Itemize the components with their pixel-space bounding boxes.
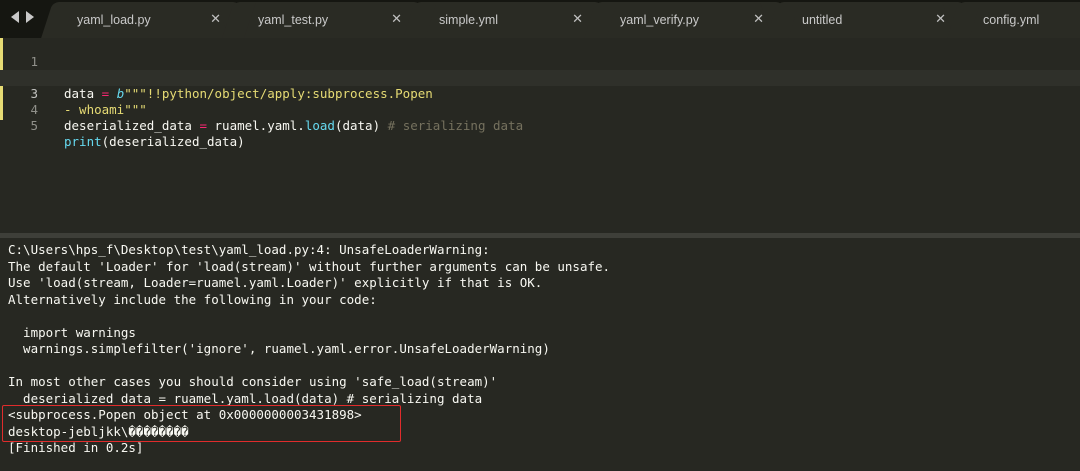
code-token: = bbox=[199, 118, 207, 133]
tab-label: config.yml bbox=[983, 13, 1040, 27]
highlight-box bbox=[2, 405, 401, 442]
output-line-finished: [Finished in 0.2s] bbox=[8, 440, 144, 455]
tab-label: yaml_load.py bbox=[77, 13, 151, 27]
close-icon[interactable]: ✕ bbox=[391, 11, 402, 27]
close-icon[interactable]: ✕ bbox=[572, 11, 583, 27]
code-token: ruamel.yaml. bbox=[207, 118, 305, 133]
output-line: In most other cases you should consider … bbox=[8, 374, 498, 389]
code-token: print bbox=[64, 134, 102, 149]
output-line: import warnings bbox=[8, 325, 136, 340]
tab-bar: yaml_load.py ✕ yaml_test.py ✕ simple.yml… bbox=[0, 0, 1080, 38]
output-line: The default 'Loader' for 'load(stream)' … bbox=[8, 259, 611, 274]
tab-yaml-verify[interactable]: yaml_verify.py ✕ bbox=[600, 2, 778, 38]
tab-label: simple.yml bbox=[439, 13, 499, 27]
tab-untitled[interactable]: untitled ✕ bbox=[782, 2, 960, 38]
close-icon[interactable]: ✕ bbox=[935, 11, 946, 27]
tab-simple-yml[interactable]: simple.yml ✕ bbox=[419, 2, 597, 38]
code-token: (deserialized_data) bbox=[101, 134, 245, 149]
output-line: Alternatively include the following in y… bbox=[8, 292, 377, 307]
code-line[interactable]: 2 data = b"""!!python/object/apply:subpr… bbox=[0, 54, 1080, 101]
code-token: deserialized_data bbox=[64, 118, 200, 133]
close-icon[interactable]: ✕ bbox=[210, 11, 221, 27]
line-number: 5 bbox=[30, 118, 38, 133]
code-token: (data) bbox=[334, 118, 388, 133]
chevron-right-icon[interactable] bbox=[26, 11, 34, 23]
code-text: deserialized_data = ruamel.yaml.load(dat… bbox=[64, 118, 523, 134]
tab-yaml-load[interactable]: yaml_load.py ✕ bbox=[57, 2, 235, 38]
tab-yaml-test[interactable]: yaml_test.py ✕ bbox=[238, 2, 416, 38]
tab-label: yaml_test.py bbox=[258, 13, 329, 27]
code-text: print(deserialized_data) bbox=[64, 134, 245, 150]
code-line[interactable]: 1 import ruamel.yaml bbox=[0, 38, 1080, 85]
tab-label: untitled bbox=[802, 13, 843, 27]
tab-label: yaml_verify.py bbox=[620, 13, 699, 27]
tab-config-yml[interactable]: config.yml bbox=[963, 2, 1080, 38]
close-icon[interactable]: ✕ bbox=[753, 11, 764, 27]
code-editor[interactable]: 1 import ruamel.yaml 2 data = b"""!!pyth… bbox=[0, 38, 1080, 233]
code-line[interactable]: 5 print(deserialized_data) bbox=[0, 102, 1080, 149]
chevron-left-icon[interactable] bbox=[11, 11, 19, 23]
output-line: Use 'load(stream, Loader=ruamel.yaml.Loa… bbox=[8, 275, 543, 290]
build-output-panel[interactable]: C:\Users\hps_f\Desktop\test\yaml_load.py… bbox=[0, 238, 1080, 471]
output-line: C:\Users\hps_f\Desktop\test\yaml_load.py… bbox=[8, 242, 490, 257]
code-line[interactable]: 4 deserialized_data = ruamel.yaml.load(d… bbox=[0, 86, 1080, 133]
code-line-current[interactable]: 3 - whoami""" bbox=[0, 70, 1080, 117]
output-line: warnings.simplefilter('ignore', ruamel.y… bbox=[8, 341, 550, 356]
code-token: load bbox=[304, 118, 335, 133]
code-token: # serializing data bbox=[387, 118, 524, 133]
